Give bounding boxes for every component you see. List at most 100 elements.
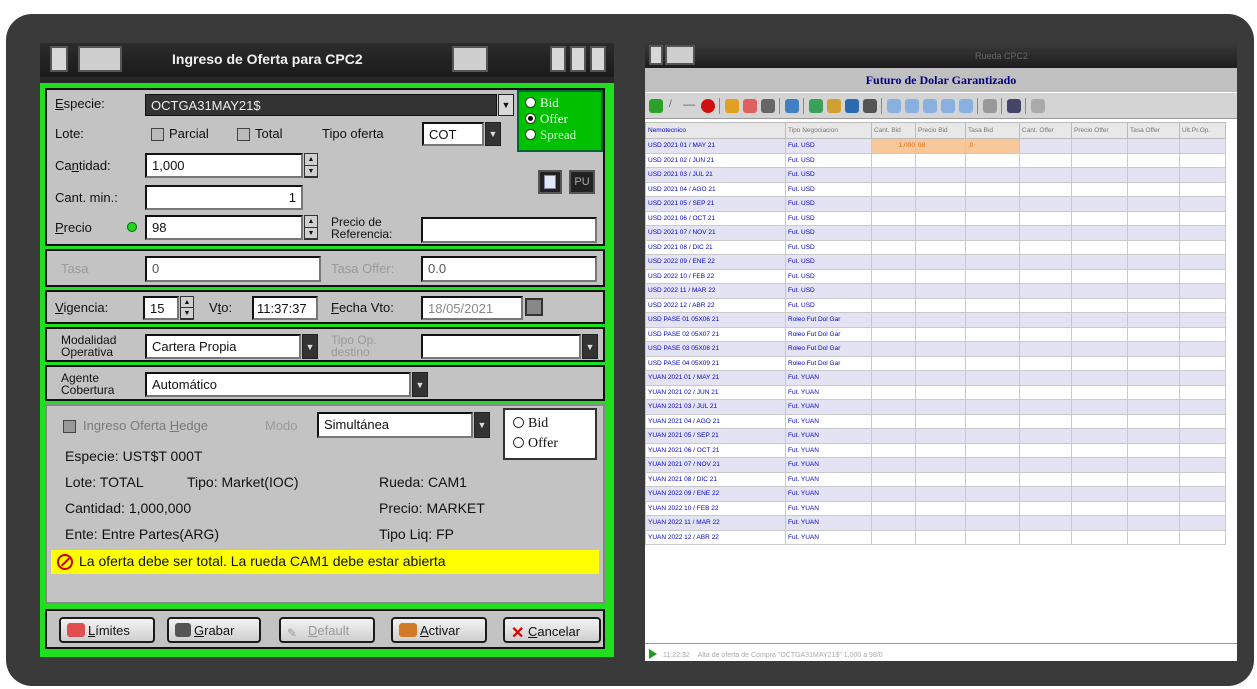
table-cell-cant-bid[interactable]	[871, 413, 916, 429]
table-cell-precio-bid[interactable]	[915, 312, 966, 328]
table-cell-precio-bid[interactable]	[915, 239, 966, 255]
table-cell-cant-bid[interactable]	[871, 181, 916, 197]
table-cell-tasa-offer[interactable]	[1127, 254, 1180, 270]
table-cell-tasa-bid[interactable]	[965, 297, 1020, 313]
table-cell-cant-bid[interactable]	[871, 210, 916, 226]
table-cell-tasa-bid[interactable]	[965, 326, 1020, 342]
table-cell-ult[interactable]	[1179, 254, 1226, 270]
hedge-radio-offer[interactable]: Offer	[513, 434, 587, 454]
table-cell-precio-bid[interactable]	[915, 196, 966, 212]
table-cell-cant-offer[interactable]	[1019, 370, 1072, 386]
table-cell-tipo[interactable]: Fut. USD	[785, 254, 872, 270]
table-row[interactable]: USD PASE 04 05X09 21 Roleo Fut Dol Gar	[645, 355, 1226, 371]
table-cell-precio-bid[interactable]	[915, 370, 966, 386]
table-row[interactable]: YUAN 2022 12 / ABR 22 Fut. YUAN	[645, 529, 1226, 545]
table-cell-tipo[interactable]: Fut. USD	[785, 283, 872, 299]
table-cell-nemo[interactable]: YUAN 2021 03 / JUL 21	[645, 399, 786, 415]
table-cell-precio-offer[interactable]	[1071, 384, 1128, 400]
table-cell-tasa-offer[interactable]	[1127, 225, 1180, 241]
table-cell-tasa-bid[interactable]	[965, 471, 1020, 487]
table-cell-ult[interactable]	[1179, 312, 1226, 328]
table-cell-cant-bid[interactable]	[871, 283, 916, 299]
table-cell-tasa-offer[interactable]	[1127, 167, 1180, 183]
default-button[interactable]: ✎ Default	[279, 617, 375, 643]
table-cell-precio-offer[interactable]	[1071, 268, 1128, 284]
table-cell-cant-bid[interactable]	[871, 442, 916, 458]
export-icon[interactable]	[1007, 99, 1021, 113]
table-cell-ult[interactable]	[1179, 268, 1226, 284]
calendar-icon[interactable]	[525, 298, 543, 316]
table-row[interactable]: USD 2021 07 / NOV 21 Fut. USD	[645, 225, 1226, 241]
tipo-oferta-select[interactable]: COT	[422, 122, 484, 146]
table-row[interactable]: USD PASE 02 05X07 21 Roleo Fut Dol Gar	[645, 326, 1226, 342]
table-cell-tasa-offer[interactable]	[1127, 283, 1180, 299]
table-cell-precio-bid[interactable]	[915, 413, 966, 429]
table-cell-cant-bid[interactable]	[871, 326, 916, 342]
columns-icon[interactable]	[983, 99, 997, 113]
table-cell-cant-bid[interactable]	[871, 355, 916, 371]
table-cell-nemo[interactable]: USD 2021 08 / DIC 21	[645, 239, 786, 255]
table-cell-cant-bid[interactable]	[871, 239, 916, 255]
table-cell-ult[interactable]	[1179, 196, 1226, 212]
table-cell-precio-offer[interactable]	[1071, 486, 1128, 502]
table-cell-ult[interactable]	[1179, 457, 1226, 473]
lote-total-checkbox[interactable]	[237, 128, 250, 141]
especie-dropdown-arrow[interactable]: ▼	[498, 94, 514, 116]
table-cell-nemo[interactable]: USD 2022 10 / FEB 22	[645, 268, 786, 284]
table-cell-precio-offer[interactable]	[1071, 283, 1128, 299]
table-cell-ult[interactable]	[1179, 370, 1226, 386]
table-cell-cant-offer[interactable]	[1019, 268, 1072, 284]
table-cell-nemo[interactable]: YUAN 2021 06 / OCT 21	[645, 442, 786, 458]
table-cell-tasa-bid[interactable]	[965, 167, 1020, 183]
table-cell-precio-offer[interactable]	[1071, 239, 1128, 255]
table-cell-cant-offer[interactable]	[1019, 196, 1072, 212]
table-cell-nemo[interactable]: USD 2021 07 / NOV 21	[645, 225, 786, 241]
table-cell-cant-offer[interactable]	[1019, 399, 1072, 415]
table-cell-tipo[interactable]: Fut. USD	[785, 210, 872, 226]
table-cell-precio-offer[interactable]	[1071, 167, 1128, 183]
table-cell-cant-offer[interactable]	[1019, 442, 1072, 458]
table-row[interactable]: YUAN 2021 01 / MAY 21 Fut. YUAN	[645, 370, 1226, 386]
table-cell-tasa-bid[interactable]	[965, 181, 1020, 197]
table-cell-tipo[interactable]: Roleo Fut Dol Gar	[785, 312, 872, 328]
table-cell-precio-bid[interactable]	[915, 500, 966, 516]
precio-stepper[interactable]: ▲ ▼	[304, 215, 318, 240]
table-cell-tasa-bid[interactable]	[965, 152, 1020, 168]
zoom-out-icon[interactable]	[959, 99, 973, 113]
table-cell-nemo[interactable]: USD 2021 05 / SEP 21	[645, 196, 786, 212]
table-cell-tasa-bid[interactable]	[965, 210, 1020, 226]
table-cell-tasa-bid[interactable]	[965, 399, 1020, 415]
table-cell-tasa-bid[interactable]	[965, 312, 1020, 328]
table-cell-cant-offer[interactable]	[1019, 457, 1072, 473]
grabar-button[interactable]: Grabar	[167, 617, 261, 643]
table-cell-nemo[interactable]: YUAN 2022 11 / MAR 22	[645, 515, 786, 531]
table-cell-ult[interactable]	[1179, 413, 1226, 429]
table-row[interactable]: YUAN 2021 03 / JUL 21 Fut. YUAN	[645, 399, 1226, 415]
table-cell-precio-offer[interactable]	[1071, 181, 1128, 197]
table-cell-cant-bid[interactable]	[871, 515, 916, 531]
table-cell-nemo[interactable]: USD 2021 02 / JUN 21	[645, 152, 786, 168]
precio-referencia-input[interactable]	[421, 217, 597, 243]
column-header[interactable]: Tasa Offer	[1127, 122, 1180, 139]
table-cell-tasa-offer[interactable]	[1127, 486, 1180, 502]
document-icon[interactable]	[761, 99, 775, 113]
table-cell-nemo[interactable]: USD PASE 03 05X08 21	[645, 341, 786, 357]
table-cell-tasa-offer[interactable]	[1127, 529, 1180, 545]
table-cell-precio-bid[interactable]	[915, 471, 966, 487]
table-cell-ult[interactable]	[1179, 341, 1226, 357]
table-row[interactable]: USD 2022 12 / ABR 22 Fut. USD	[645, 297, 1226, 313]
tipo-op-dropdown-arrow[interactable]: ▼	[582, 334, 598, 359]
tipo-op-select[interactable]	[421, 334, 581, 359]
table-cell-cant-bid[interactable]	[871, 529, 916, 545]
table-cell-precio-offer[interactable]	[1071, 457, 1128, 473]
table-cell-cant-offer[interactable]	[1019, 312, 1072, 328]
table-cell-tipo[interactable]: Fut. USD	[785, 138, 872, 154]
table-cell-tasa-bid[interactable]	[965, 225, 1020, 241]
vigencia-stepper[interactable]: ▲ ▼	[180, 296, 194, 320]
lote-parcial-checkbox[interactable]	[151, 128, 164, 141]
table-cell-precio-bid[interactable]	[915, 210, 966, 226]
table-cell-precio-bid[interactable]	[915, 152, 966, 168]
close-button[interactable]	[590, 46, 606, 72]
table-row[interactable]: USD 2021 05 / SEP 21 Fut. USD	[645, 196, 1226, 212]
table-cell-nemo[interactable]: YUAN 2022 12 / ABR 22	[645, 529, 786, 545]
